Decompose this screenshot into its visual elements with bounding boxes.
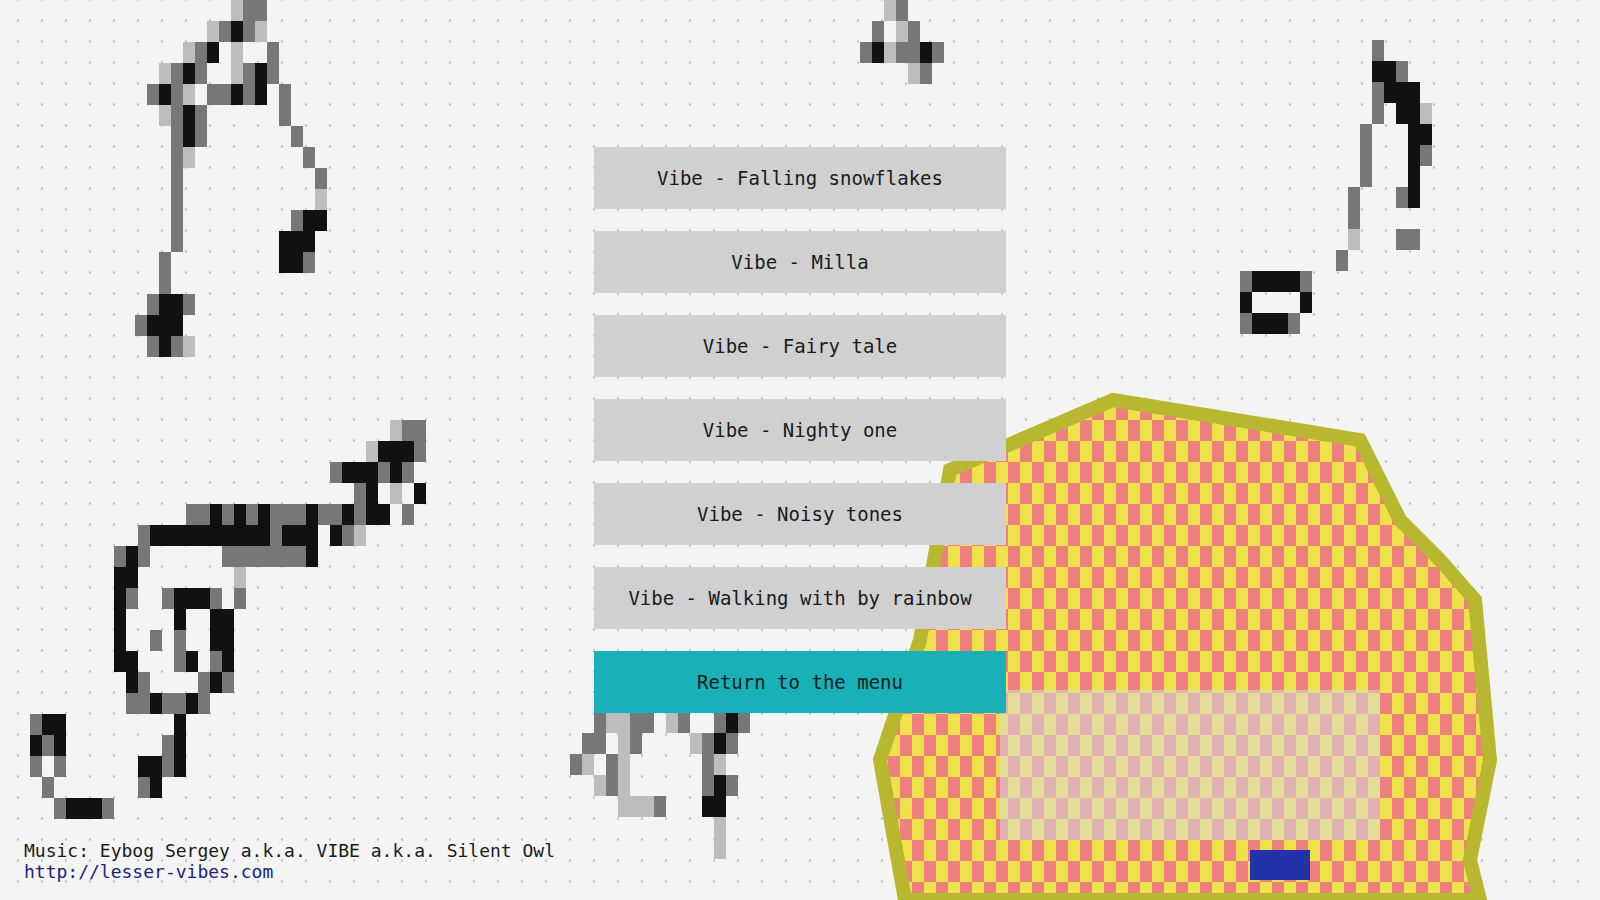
menu-item[interactable]: Return to the menu: [594, 651, 1006, 713]
music-menu: Vibe - Falling snowflakes Vibe - Milla Vib…: [594, 147, 1006, 713]
menu-list: Vibe - Falling snowflakes Vibe - Milla Vib…: [594, 147, 1006, 713]
music-note-art: [1240, 40, 1444, 334]
menu-item[interactable]: Vibe - Falling snowflakes: [594, 147, 1006, 209]
menu-item[interactable]: Vibe - Milla: [594, 231, 1006, 293]
menu-item[interactable]: Vibe - Fairy tale: [594, 315, 1006, 377]
note-fragment-art: [570, 712, 762, 859]
menu-item[interactable]: Vibe - Walking with by rainbow: [594, 567, 1006, 629]
treble-clef-art: [30, 420, 474, 819]
music-note-art: [135, 0, 351, 357]
credit-link[interactable]: http://lesser-vibes.com: [24, 861, 273, 882]
credits: Music: Eybog Sergey a.k.a. VIBE a.k.a. S…: [0, 840, 1600, 900]
menu-item[interactable]: Vibe - Nighty one: [594, 399, 1006, 461]
game-screen: Vibe - Falling snowflakes Vibe - Milla Vib…: [0, 0, 1600, 900]
note-fragment-art: [860, 0, 980, 84]
menu-item[interactable]: Vibe - Noisy tones: [594, 483, 1006, 545]
credit-text: Music: Eybog Sergey a.k.a. VIBE a.k.a. S…: [24, 840, 1600, 861]
